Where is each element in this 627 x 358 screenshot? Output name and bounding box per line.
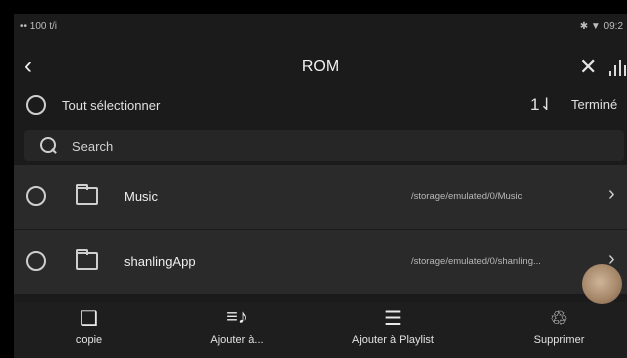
select-all-label[interactable]: Tout sélectionner bbox=[62, 98, 160, 113]
page-title: ROM bbox=[301, 58, 340, 75]
floating-touch-button[interactable] bbox=[582, 264, 622, 304]
add-to-label: Ajouter à... bbox=[210, 334, 264, 346]
status-bar: •• 100 t/i ✱ ▼ 09:2 bbox=[14, 14, 627, 42]
equalizer-icon[interactable] bbox=[609, 60, 627, 76]
search-input[interactable] bbox=[70, 135, 594, 157]
search-bar bbox=[24, 130, 624, 161]
add-to-icon: ≡♪ bbox=[226, 306, 248, 328]
copy-button[interactable]: ❑ copie bbox=[64, 306, 114, 346]
header: ‹ ROM ✕ bbox=[14, 42, 627, 94]
add-to-playlist-button[interactable]: ☰ Ajouter à Playlist bbox=[338, 306, 448, 346]
item-path: /storage/emulated/0/shanling... bbox=[411, 256, 541, 267]
add-to-button[interactable]: ≡♪ Ajouter à... bbox=[202, 306, 272, 346]
close-icon[interactable]: ✕ bbox=[579, 54, 597, 80]
file-browser-screen: •• 100 t/i ✱ ▼ 09:2 ‹ ROM ✕ Tout sélecti… bbox=[14, 14, 627, 358]
add-to-playlist-label: Ajouter à Playlist bbox=[352, 334, 434, 346]
folder-icon bbox=[76, 249, 98, 270]
item-name: shanlingApp bbox=[124, 254, 196, 269]
done-button[interactable]: Terminé bbox=[571, 97, 617, 112]
copy-label: copie bbox=[75, 334, 103, 346]
sort-icon[interactable]: 1⇃ bbox=[530, 95, 554, 115]
select-all-checkbox[interactable] bbox=[26, 95, 46, 115]
copy-icon: ❑ bbox=[80, 308, 98, 330]
trash-icon: ♲ bbox=[550, 308, 568, 330]
delete-label: Supprimer bbox=[533, 334, 585, 346]
status-left: •• 100 t/i bbox=[20, 21, 58, 32]
folder-icon bbox=[76, 184, 98, 205]
selection-bar: Tout sélectionner 1⇃ Terminé bbox=[14, 88, 627, 126]
list-item[interactable]: shanlingApp /storage/emulated/0/shanling… bbox=[14, 230, 627, 295]
item-checkbox[interactable] bbox=[26, 251, 46, 271]
bottom-toolbar: ❑ copie ≡♪ Ajouter à... ☰ Ajouter à Play… bbox=[14, 302, 627, 358]
list-item[interactable]: Music /storage/emulated/0/Music › bbox=[14, 165, 627, 230]
search-icon bbox=[40, 137, 56, 153]
status-right: ✱ ▼ 09:2 bbox=[579, 21, 623, 32]
playlist-icon: ☰ bbox=[384, 308, 402, 330]
delete-button[interactable]: ♲ Supprimer bbox=[524, 306, 594, 346]
file-list: Music /storage/emulated/0/Music › shanli… bbox=[14, 165, 627, 295]
item-path: /storage/emulated/0/Music bbox=[411, 191, 523, 202]
chevron-right-icon[interactable]: › bbox=[608, 183, 615, 206]
item-checkbox[interactable] bbox=[26, 186, 46, 206]
item-name: Music bbox=[124, 189, 158, 204]
